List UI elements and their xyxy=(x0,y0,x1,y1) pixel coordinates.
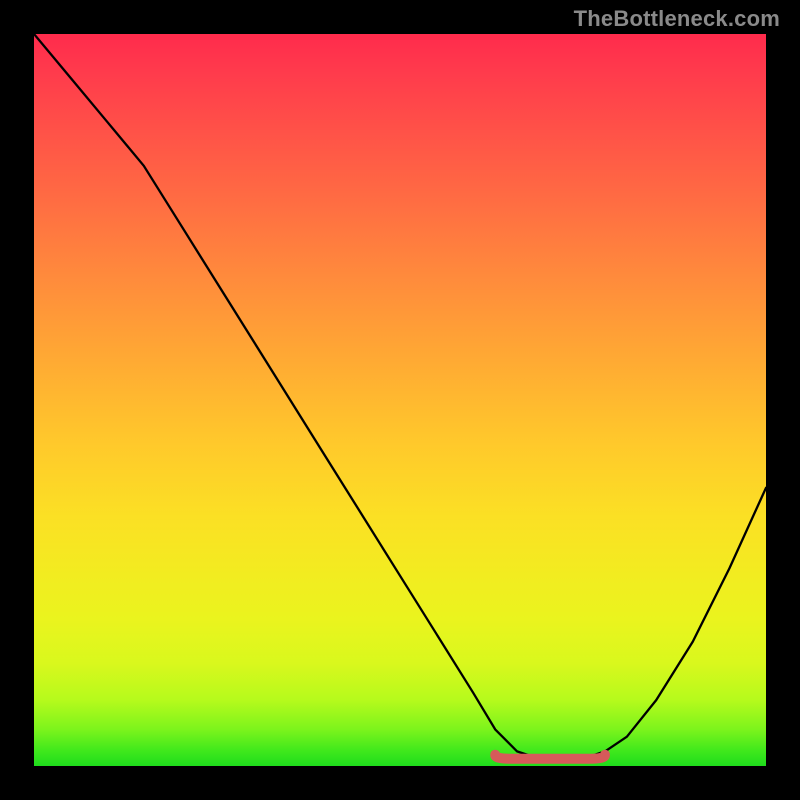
chart-frame: TheBottleneck.com xyxy=(0,0,800,800)
watermark-text: TheBottleneck.com xyxy=(574,6,780,32)
plot-area xyxy=(34,34,766,766)
bottleneck-curve xyxy=(34,34,766,759)
highlight-segment xyxy=(495,755,605,759)
curve-svg xyxy=(34,34,766,766)
